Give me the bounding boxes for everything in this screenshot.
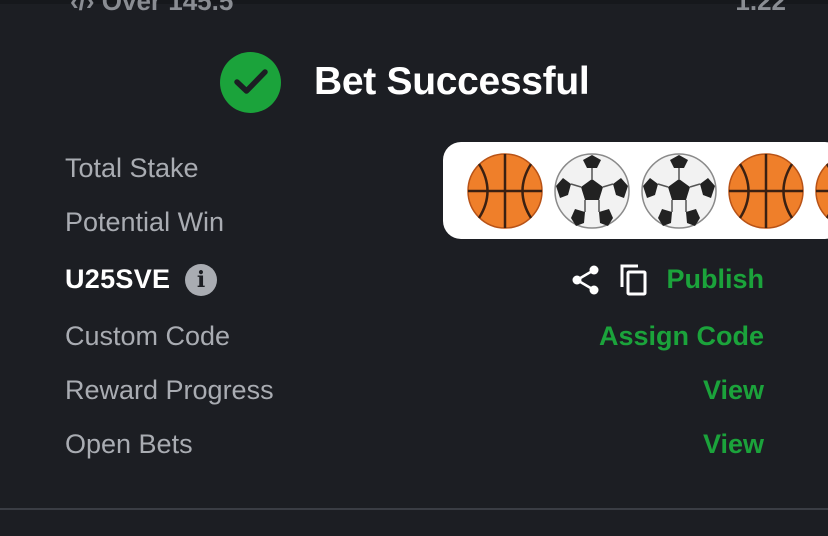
assign-code-button[interactable]: Assign Code bbox=[599, 321, 764, 352]
booking-code: U25SVE bbox=[65, 264, 171, 294]
publish-button[interactable]: Publish bbox=[666, 264, 764, 295]
copy-icon[interactable] bbox=[618, 263, 650, 302]
view-reward-progress-link[interactable]: View bbox=[703, 375, 764, 406]
view-open-bets-link[interactable]: View bbox=[703, 429, 764, 460]
open-bets-label: Open Bets bbox=[65, 429, 193, 459]
previous-selection-strip: ‹/› Over 145.5 1.22 bbox=[0, 0, 828, 16]
custom-code-label: Custom Code bbox=[65, 321, 231, 351]
footer-area bbox=[0, 510, 828, 536]
previous-selection-text: ‹/› Over 145.5 bbox=[70, 0, 234, 16]
basketball-icon bbox=[815, 162, 828, 220]
soccer-ball-icon bbox=[641, 153, 717, 229]
sports-icons-card bbox=[443, 142, 828, 239]
potential-win-label: Potential Win bbox=[65, 207, 225, 237]
basketball-icon bbox=[728, 153, 804, 229]
total-stake-label: Total Stake bbox=[65, 153, 199, 183]
basketball-icon bbox=[467, 153, 543, 229]
soccer-ball-icon bbox=[554, 153, 630, 229]
share-icon[interactable] bbox=[570, 264, 602, 301]
info-icon[interactable]: i bbox=[185, 264, 217, 296]
reward-progress-label: Reward Progress bbox=[65, 375, 274, 405]
page-title: Bet Successful bbox=[314, 60, 590, 103]
success-header: Bet Successful bbox=[220, 51, 590, 113]
check-circle-icon bbox=[220, 51, 281, 113]
previous-selection-odds: 1.22 bbox=[735, 0, 786, 16]
